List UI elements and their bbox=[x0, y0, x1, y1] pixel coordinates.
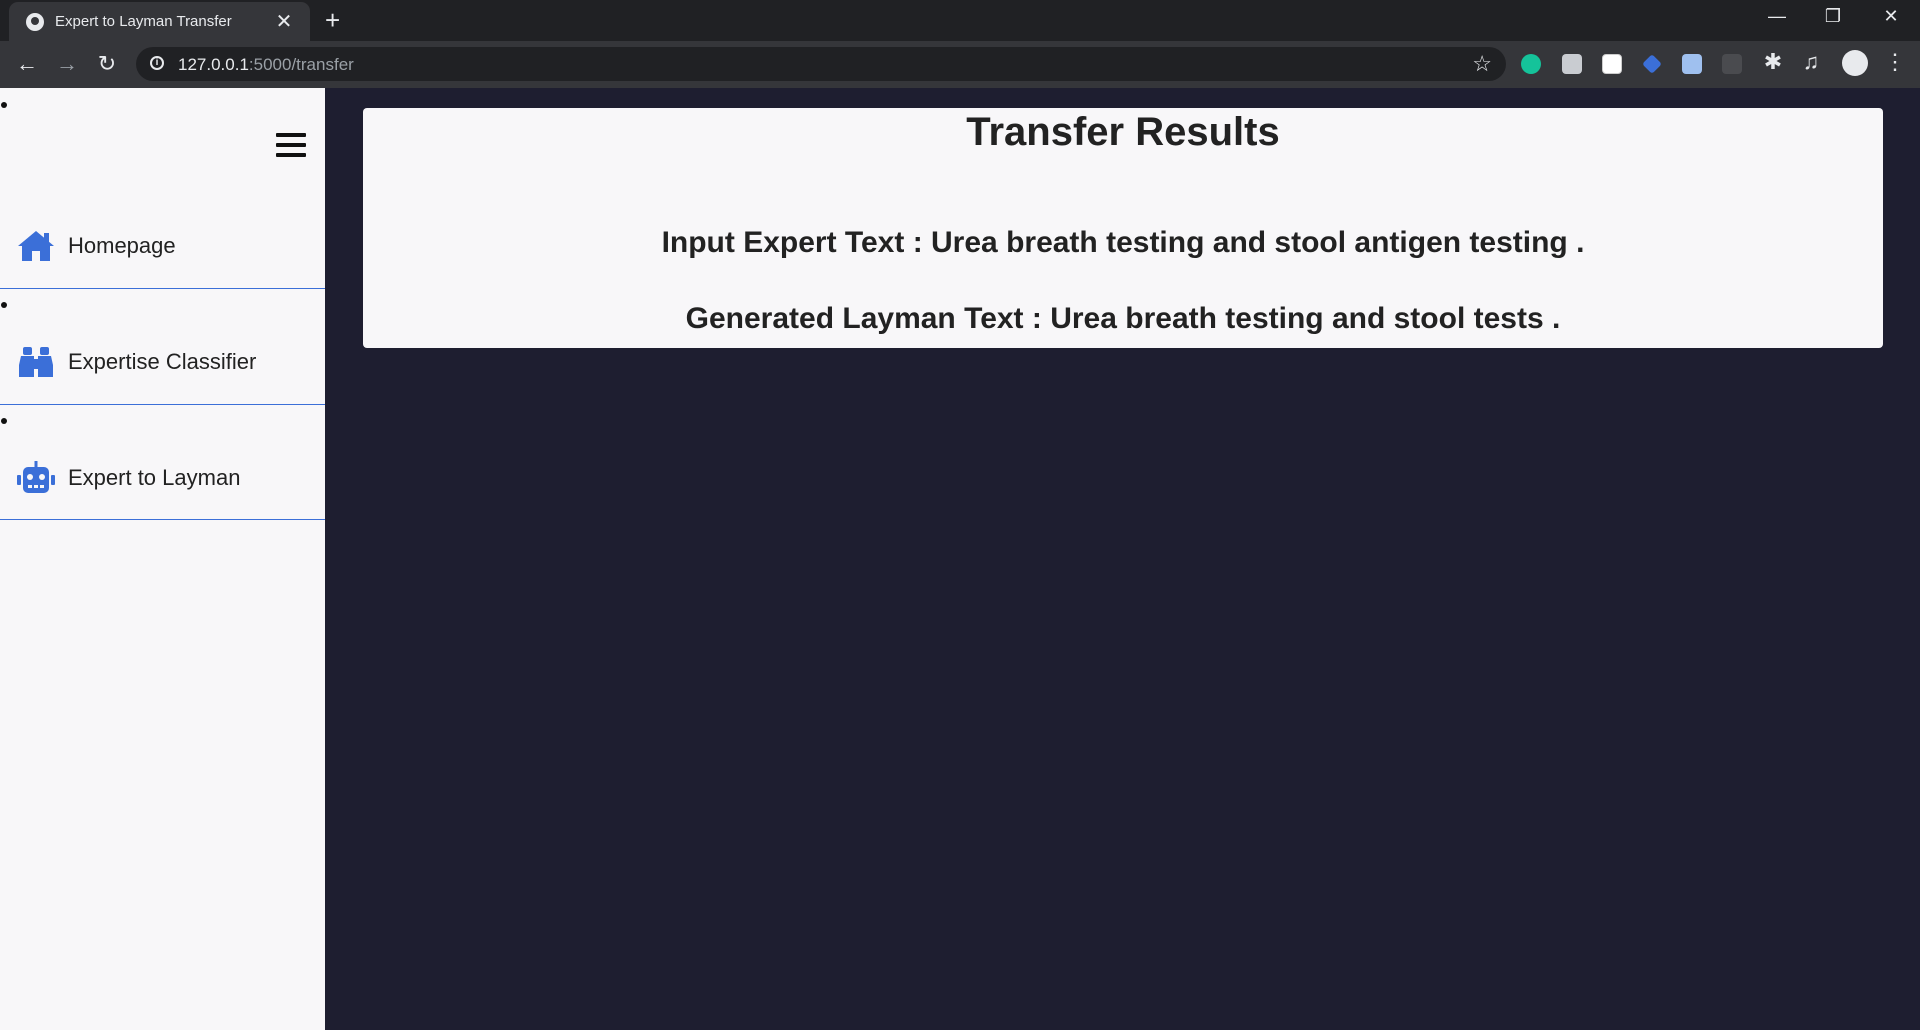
sidebar-item-label: Homepage bbox=[68, 233, 176, 258]
sidebar: Homepage Expertise Classifier Expert to … bbox=[0, 88, 325, 1030]
media-control-icon[interactable]: ♫ bbox=[1796, 47, 1826, 77]
divider bbox=[0, 404, 325, 405]
reload-icon[interactable]: ↻ bbox=[92, 49, 122, 79]
robot-icon bbox=[17, 461, 55, 493]
sidebar-item-label: Expert to Layman bbox=[68, 465, 241, 490]
list-bullet bbox=[1, 102, 7, 108]
sidebar-item-expert-to-layman[interactable]: Expert to Layman bbox=[0, 448, 325, 508]
url-text: 127.0.0.1:5000/transfer bbox=[178, 55, 354, 74]
profile-avatar-icon[interactable] bbox=[1842, 50, 1868, 76]
browser-toolbar: ← → ↻ i 127.0.0.1:5000/transfer ☆ ✱ ♫ ⋮ bbox=[0, 41, 1920, 88]
menu-dots-icon[interactable]: ⋮ bbox=[1880, 47, 1910, 77]
binoculars-icon bbox=[19, 347, 53, 377]
sidebar-item-expertise-classifier[interactable]: Expertise Classifier bbox=[0, 332, 325, 392]
tab-title: Expert to Layman Transfer bbox=[55, 13, 232, 30]
puzzle-extensions-icon[interactable]: ✱ bbox=[1758, 47, 1788, 77]
sidebar-item-homepage[interactable]: Homepage bbox=[0, 216, 325, 276]
input-expert-text: Input Expert Text : Urea breath testing … bbox=[661, 226, 1585, 259]
address-bar[interactable]: i 127.0.0.1:5000/transfer ☆ bbox=[136, 47, 1506, 81]
close-window-icon[interactable]: ✕ bbox=[1876, 6, 1906, 27]
list-bullet bbox=[1, 418, 7, 424]
generated-layman-text: Generated Layman Text : Urea breath test… bbox=[685, 302, 1561, 335]
extension-icon[interactable] bbox=[1562, 54, 1582, 74]
favicon-icon bbox=[26, 12, 44, 31]
back-icon[interactable]: ← bbox=[12, 49, 42, 79]
close-tab-icon[interactable]: ✕ bbox=[273, 12, 295, 32]
bookmark-star-icon[interactable]: ☆ bbox=[1472, 51, 1492, 77]
browser-tabbar: Expert to Layman Transfer ✕ + — ❐ ✕ bbox=[0, 0, 1920, 41]
sidebar-item-label: Expertise Classifier bbox=[68, 349, 257, 374]
new-tab-button[interactable]: + bbox=[325, 6, 340, 34]
minimize-icon[interactable]: — bbox=[1762, 6, 1792, 27]
hamburger-menu-icon[interactable] bbox=[276, 133, 306, 163]
divider bbox=[0, 519, 325, 520]
site-info-icon[interactable]: i bbox=[150, 56, 164, 70]
results-panel: Transfer Results Input Expert Text : Ure… bbox=[363, 108, 1883, 348]
restore-icon[interactable]: ❐ bbox=[1818, 6, 1848, 27]
page: Homepage Expertise Classifier Expert to … bbox=[0, 88, 1920, 1030]
video-extension-icon[interactable] bbox=[1722, 54, 1742, 74]
grammarly-extension-icon[interactable] bbox=[1521, 54, 1541, 74]
home-icon bbox=[18, 231, 54, 261]
list-bullet bbox=[1, 302, 7, 308]
extension-icon[interactable] bbox=[1682, 54, 1702, 74]
forward-icon[interactable]: → bbox=[52, 49, 82, 79]
extension-icon[interactable] bbox=[1602, 54, 1622, 74]
divider bbox=[0, 288, 325, 289]
browser-tab[interactable]: Expert to Layman Transfer ✕ bbox=[9, 2, 310, 41]
extension-icon[interactable] bbox=[1642, 54, 1662, 74]
page-title: Transfer Results bbox=[966, 110, 1280, 154]
